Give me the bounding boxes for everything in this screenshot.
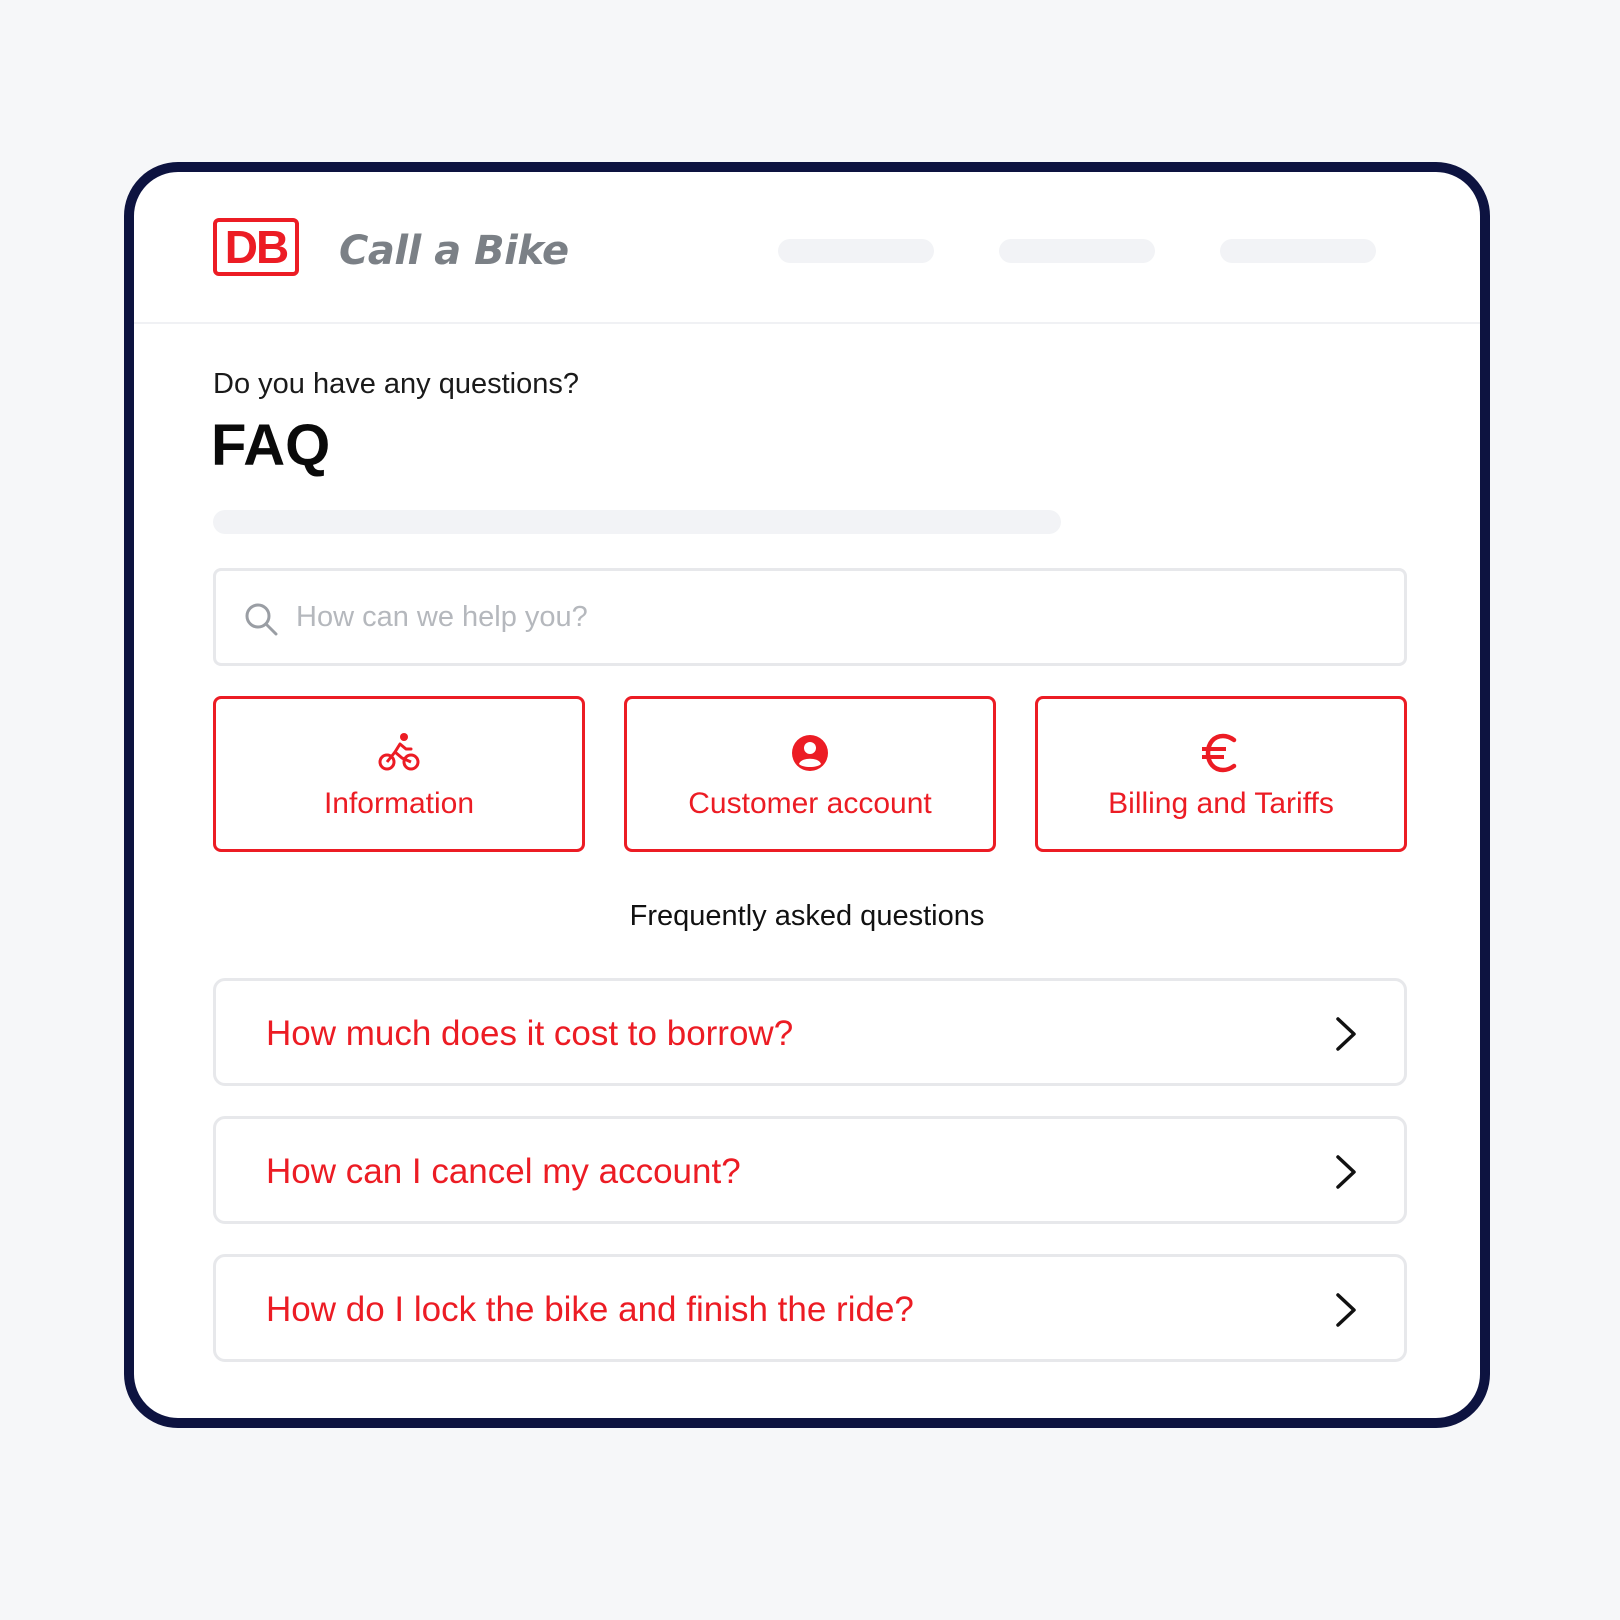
category-customer-account[interactable]: Customer account [624,696,996,852]
bicycle-rider-icon [375,729,423,777]
category-label: Billing and Tariffs [1108,787,1334,820]
category-billing-tariffs[interactable]: Billing and Tariffs [1035,696,1407,852]
chevron-right-icon [1336,1155,1356,1189]
faq-section-label: Frequently asked questions [629,900,985,932]
nav-placeholder-1[interactable] [778,239,934,263]
category-label: Information [323,787,475,820]
faq-item-cost[interactable]: How much does it cost to borrow? [213,978,1407,1086]
euro-icon [1197,729,1245,777]
faq-item-lock[interactable]: How do I lock the bike and finish the ri… [213,1254,1407,1362]
nav-placeholder-2[interactable] [999,239,1155,263]
db-logo[interactable]: DB [213,218,299,276]
category-label: Customer account [688,787,932,820]
db-logo-text: DB [224,221,289,273]
text-placeholder-bar [213,510,1061,534]
page-title: FAQ [211,413,331,478]
category-information[interactable]: Information [213,696,585,852]
device-frame: DB Call a Bike Do you have any questions… [124,162,1490,1428]
faq-question: How can I cancel my account? [266,1152,741,1191]
header: DB Call a Bike [134,172,1480,324]
chevron-right-icon [1336,1017,1356,1051]
search-input[interactable] [296,589,1376,645]
search-icon [245,603,278,636]
faq-question: How much does it cost to borrow? [266,1014,794,1053]
user-circle-icon [786,729,834,777]
faq-item-cancel[interactable]: How can I cancel my account? [213,1116,1407,1224]
intro-eyebrow: Do you have any questions? [213,368,579,400]
search-box[interactable] [213,568,1407,666]
faq-question: How do I lock the bike and finish the ri… [266,1290,914,1329]
app-name: Call a Bike [339,228,569,274]
chevron-right-icon [1336,1293,1356,1327]
nav-placeholder-3[interactable] [1220,239,1376,263]
